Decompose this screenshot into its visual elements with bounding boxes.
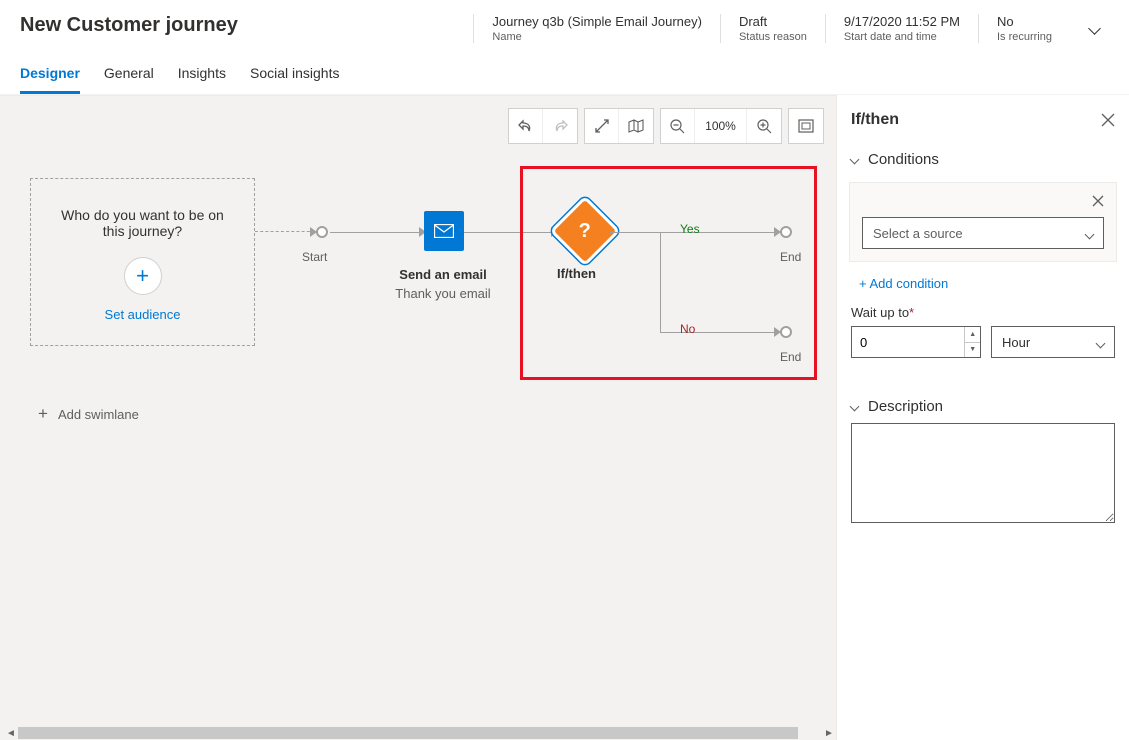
wait-unit-value: Hour — [1002, 335, 1030, 350]
tab-general[interactable]: General — [104, 65, 154, 94]
required-indicator: * — [909, 305, 914, 320]
plus-icon: + — [38, 404, 48, 424]
panel-header: If/then — [837, 95, 1129, 143]
tabs: Designer General Insights Social insight… — [0, 51, 1129, 94]
chevron-down-icon — [850, 155, 860, 165]
close-panel-button[interactable] — [1101, 113, 1115, 127]
scrollbar-thumb[interactable] — [18, 727, 798, 739]
chevron-down-icon — [1088, 22, 1101, 35]
panel-title: If/then — [851, 111, 899, 129]
connector-no-v — [660, 232, 661, 332]
start-label: Start — [302, 250, 327, 264]
email-icon — [434, 224, 454, 238]
end-node-yes[interactable] — [780, 226, 792, 238]
scroll-right-icon[interactable]: ► — [822, 728, 836, 739]
tab-insights[interactable]: Insights — [178, 65, 226, 94]
wait-row: ▲ ▼ Hour — [837, 326, 1129, 370]
audience-placeholder[interactable]: Who do you want to be on this journey? +… — [30, 178, 255, 346]
meta-name-label: Name — [492, 31, 702, 43]
audience-prompt: Who do you want to be on this journey? — [58, 207, 228, 239]
tab-social-insights[interactable]: Social insights — [250, 65, 340, 94]
meta-status: Draft Status reason — [720, 14, 825, 43]
meta-name-value: Journey q3b (Simple Email Journey) — [492, 14, 702, 29]
connector — [330, 232, 425, 233]
wait-spinner: ▲ ▼ — [964, 327, 980, 357]
properties-panel: If/then Conditions Select a source + Add… — [836, 95, 1129, 740]
meta-recurring: No Is recurring — [978, 14, 1070, 43]
wait-decrement-button[interactable]: ▼ — [965, 343, 980, 358]
meta-recurring-value: No — [997, 14, 1052, 29]
wait-label: Wait up to* — [837, 305, 1129, 326]
scroll-left-icon[interactable]: ◄ — [4, 728, 18, 739]
condition-card: Select a source — [849, 182, 1117, 262]
description-textarea[interactable] — [851, 423, 1115, 523]
meta-status-value: Draft — [739, 14, 807, 29]
section-description-header[interactable]: Description — [837, 390, 1129, 423]
no-label: No — [680, 322, 695, 336]
horizontal-scrollbar[interactable]: ◄ ► — [4, 726, 836, 740]
wait-increment-button[interactable]: ▲ — [965, 327, 980, 343]
ifthen-tile[interactable]: ? — [550, 196, 621, 267]
expand-header-button[interactable] — [1070, 24, 1109, 33]
end-label-yes: End — [780, 250, 801, 264]
end-label-no: End — [780, 350, 801, 364]
canvas-inner: Who do you want to be on this journey? +… — [0, 96, 836, 726]
meta-status-label: Status reason — [739, 31, 807, 43]
connector — [464, 232, 556, 233]
close-icon — [1092, 195, 1104, 207]
meta-start: 9/17/2020 11:52 PM Start date and time — [825, 14, 978, 43]
page-title: New Customer journey — [20, 14, 238, 37]
wait-unit-dropdown[interactable]: Hour — [991, 326, 1115, 358]
wait-value-input[interactable] — [852, 327, 964, 357]
add-condition-button[interactable]: + Add condition — [837, 272, 1129, 305]
tab-designer[interactable]: Designer — [20, 65, 80, 94]
section-description-label: Description — [868, 398, 943, 415]
add-swimlane-label: Add swimlane — [58, 407, 139, 422]
select-source-placeholder: Select a source — [873, 226, 963, 241]
question-icon: ? — [579, 220, 591, 243]
yes-label: Yes — [680, 222, 700, 236]
plus-icon: + — [136, 263, 149, 289]
email-title: Send an email — [393, 267, 493, 282]
email-tile[interactable] — [424, 211, 464, 251]
meta-name: Journey q3b (Simple Email Journey) Name — [473, 14, 720, 43]
workspace: 100% Who do you want to be on this journ… — [0, 94, 1129, 740]
chevron-down-icon — [850, 402, 860, 412]
add-swimlane-button[interactable]: + Add swimlane — [38, 404, 139, 424]
ifthen-label: If/then — [557, 266, 596, 281]
wait-label-text: Wait up to — [851, 305, 909, 320]
end-node-no[interactable] — [780, 326, 792, 338]
section-conditions-header[interactable]: Conditions — [837, 143, 1129, 176]
wait-value-field[interactable]: ▲ ▼ — [851, 326, 981, 358]
record-meta: Journey q3b (Simple Email Journey) Name … — [473, 14, 1109, 43]
chevron-down-icon — [1097, 335, 1104, 350]
canvas[interactable]: 100% Who do you want to be on this journ… — [0, 95, 836, 740]
connector-dashed — [255, 231, 315, 232]
start-node[interactable] — [316, 226, 328, 238]
email-subtitle: Thank you email — [388, 286, 498, 301]
section-conditions-label: Conditions — [868, 151, 939, 168]
close-icon — [1101, 113, 1115, 127]
remove-condition-button[interactable] — [1092, 195, 1104, 207]
meta-start-label: Start date and time — [844, 31, 960, 43]
set-audience-link[interactable]: Set audience — [105, 307, 181, 322]
connector-no-h — [660, 332, 778, 333]
chevron-down-icon — [1086, 226, 1093, 241]
page-header: New Customer journey Journey q3b (Simple… — [0, 0, 1129, 51]
select-source-dropdown[interactable]: Select a source — [862, 217, 1104, 249]
meta-recurring-label: Is recurring — [997, 31, 1052, 43]
add-audience-button[interactable]: + — [124, 257, 162, 295]
meta-start-value: 9/17/2020 11:52 PM — [844, 14, 960, 29]
